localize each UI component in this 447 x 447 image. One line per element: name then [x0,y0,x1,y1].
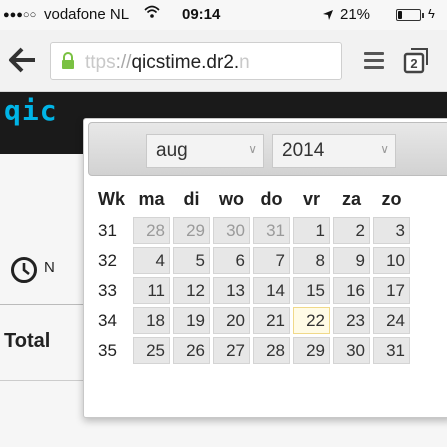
calendar-day[interactable]: 28 [253,337,290,364]
total-label: Total [4,330,51,352]
datepicker-header: aug ∨ 2014 ∨ [88,122,447,176]
week-number: 32 [98,250,117,270]
weekday-header: ma [138,188,165,209]
calendar-day[interactable]: 15 [293,277,330,304]
calendar-day[interactable]: 5 [173,247,210,274]
calendar-day[interactable]: 11 [133,277,170,304]
calendar-day[interactable]: 16 [333,277,370,304]
calendar-grid: Wk ma di wo do vr za zo 31 28 29 30 31 1 2 3 32 4… [87,181,413,367]
url-tail: n [239,52,250,73]
calendar-day[interactable]: 7 [253,247,290,274]
week-number: 34 [98,310,117,330]
calendar-day[interactable]: 2 [333,217,370,244]
calendar-day[interactable]: 3 [373,217,410,244]
weekday-header: zo [381,188,402,209]
menu-icon-bar [364,66,384,69]
weekday-header: vr [302,188,320,209]
calendar-day[interactable]: 29 [293,337,330,364]
menu-icon-bar [364,52,384,55]
year-value: 2014 [282,140,325,161]
url-text: ttps://qicstime.dr2.n [85,52,250,74]
signal-strength: ●●●○○ [3,9,37,21]
arrow-left-icon [9,47,35,73]
calendar-week-row: 33 11 12 13 14 15 16 17 [90,277,410,304]
calendar-week-row: 34 18 19 20 21 22 23 24 [90,307,410,334]
month-select[interactable]: aug ∨ [146,134,264,168]
calendar-day[interactable]: 27 [213,337,250,364]
calendar-day[interactable]: 9 [333,247,370,274]
weekday-header: wo [219,188,244,209]
calendar-day[interactable]: 23 [333,307,370,334]
divider [0,380,84,381]
chevron-down-icon: ∨ [248,142,257,156]
calendar-day[interactable]: 31 [373,337,410,364]
weekday-header: di [183,188,200,209]
calendar-day[interactable]: 30 [213,217,250,244]
week-number: 33 [98,280,117,300]
address-bar[interactable]: ttps://qicstime.dr2.n [50,42,342,80]
menu-button[interactable] [364,52,384,69]
tabs-button[interactable]: 2 [402,46,430,74]
calendar-body: 31 28 29 30 31 1 2 3 32 4 5 6 7 8 9 10 33 11 12 13 14 15 16 17 3… [90,217,410,364]
battery-icon [396,9,421,21]
calendar-week-row: 31 28 29 30 31 1 2 3 [90,217,410,244]
clock-time: 09:14 [182,6,221,23]
battery-tip [422,13,424,18]
menu-icon-bar [364,59,384,62]
calendar-day[interactable]: 14 [253,277,290,304]
weekday-header: do [260,188,283,209]
weekday-header-row: Wk ma di wo do vr za zo [90,184,410,214]
week-number: 31 [98,220,117,240]
page-content [84,418,447,447]
calendar-day[interactable]: 1 [293,217,330,244]
battery-percent: 21% [340,6,371,23]
browser-toolbar: ttps://qicstime.dr2.n 2 [0,30,447,92]
time-row-label: N [44,259,55,276]
calendar-week-row: 32 4 5 6 7 8 9 10 [90,247,410,274]
tab-count: 2 [410,56,417,71]
calendar-day[interactable]: 26 [173,337,210,364]
status-bar: ●●●○○ vodafone NL 09:14 21% ϟ [0,0,447,30]
calendar-day[interactable]: 13 [213,277,250,304]
calendar-day[interactable]: 29 [173,217,210,244]
weekday-header: za [341,188,361,209]
calendar-day[interactable]: 19 [173,307,210,334]
chevron-down-icon: ∨ [380,142,389,156]
carrier-name: vodafone NL [44,6,130,23]
calendar-day[interactable]: 8 [293,247,330,274]
clock-icon [10,256,38,284]
calendar-week-row: 35 25 26 27 28 29 30 31 [90,337,410,364]
week-number-header: Wk [98,188,125,209]
calendar-day[interactable]: 18 [133,307,170,334]
calendar-day[interactable]: 30 [333,337,370,364]
calendar-day[interactable]: 31 [253,217,290,244]
wifi-icon [144,4,160,24]
calendar-day-today[interactable]: 22 [293,307,330,334]
lock-icon [61,52,75,70]
site-logo[interactable]: qic [4,94,58,127]
calendar-day[interactable]: 28 [133,217,170,244]
calendar-day[interactable]: 10 [373,247,410,274]
divider [0,304,84,305]
calendar-day[interactable]: 21 [253,307,290,334]
url-host: qicstime.dr2. [131,52,240,73]
week-number: 35 [98,340,117,360]
calendar-day[interactable]: 4 [133,247,170,274]
calendar-day[interactable]: 12 [173,277,210,304]
location-arrow-icon [322,8,334,25]
tabs-icon: 2 [403,48,428,74]
phone-screen: ●●●○○ vodafone NL 09:14 21% ϟ ttps://qic… [0,0,447,447]
calendar-day[interactable]: 17 [373,277,410,304]
calendar-day[interactable]: 24 [373,307,410,334]
url-scheme: ttps [85,52,116,73]
month-value: aug [156,140,188,161]
url-separator: :// [115,52,132,73]
calendar-day[interactable]: 6 [213,247,250,274]
charging-icon: ϟ [428,6,435,21]
calendar-day[interactable]: 25 [133,337,170,364]
year-select[interactable]: 2014 ∨ [272,134,396,168]
back-button[interactable] [8,44,38,76]
datepicker-popup: aug ∨ 2014 ∨ Wk ma di wo do vr za zo 31 … [83,118,447,418]
calendar-day[interactable]: 20 [213,307,250,334]
